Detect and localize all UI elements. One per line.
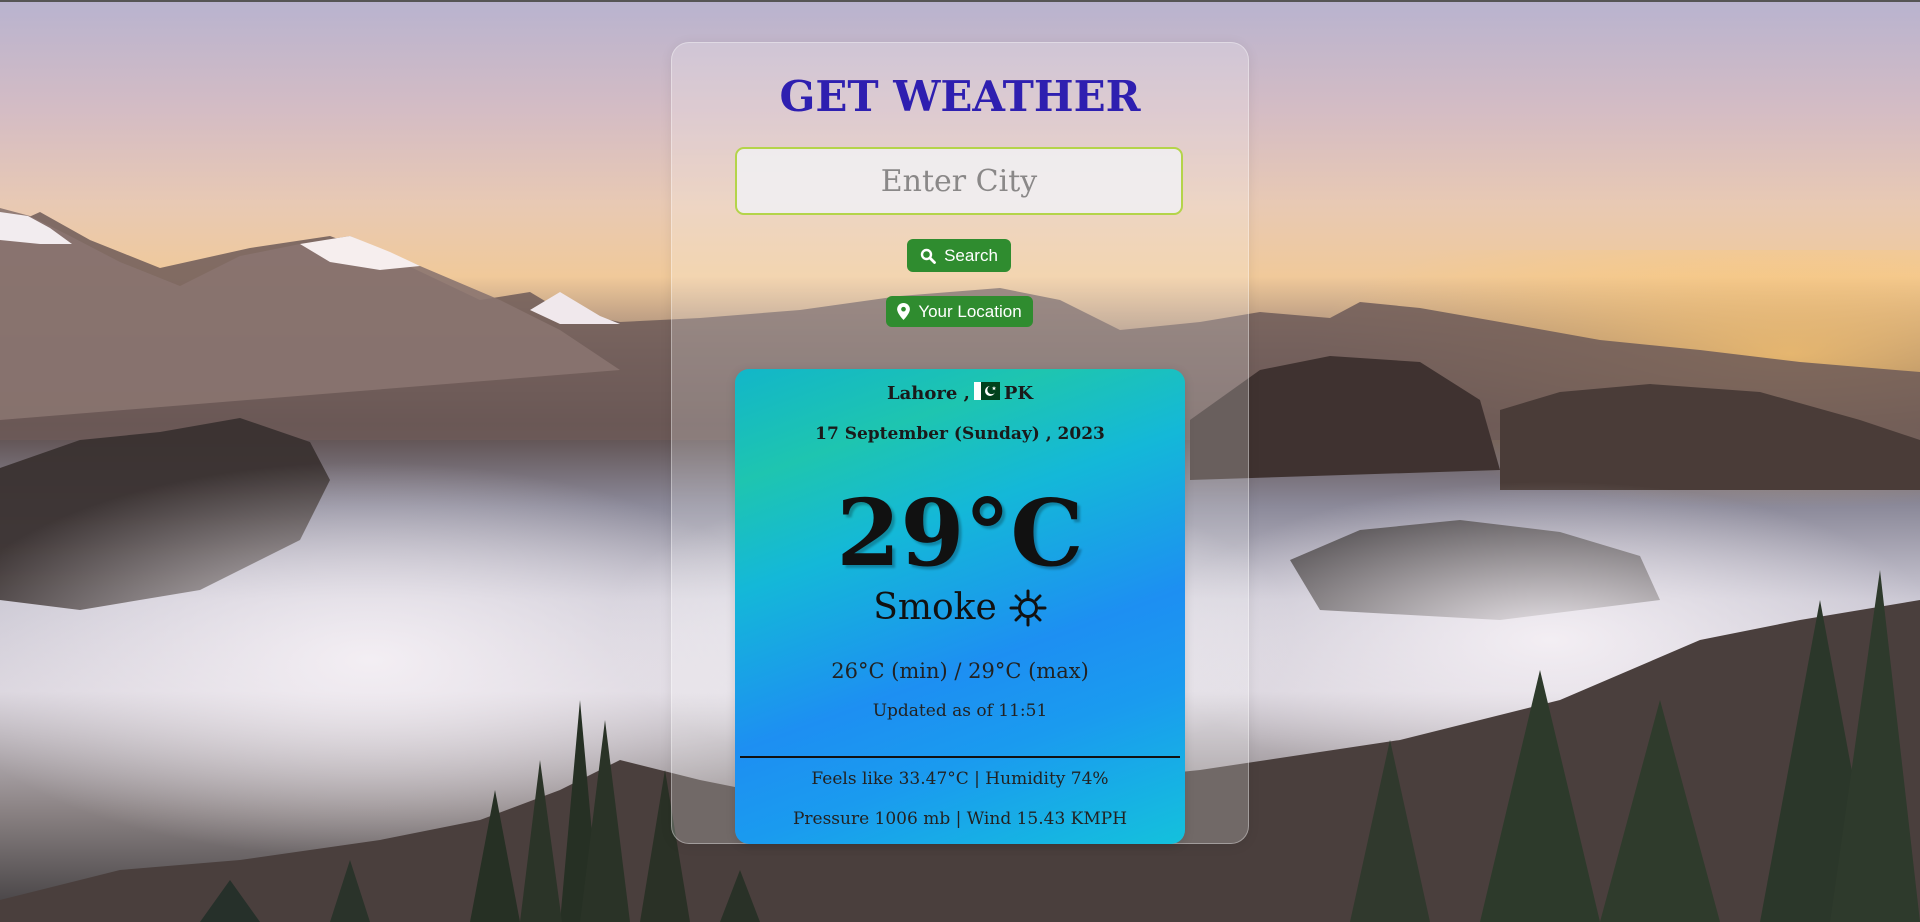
app-title: GET WEATHER bbox=[779, 72, 1141, 121]
country-code: PK bbox=[1003, 383, 1034, 404]
map-pin-icon bbox=[897, 303, 911, 320]
search-icon bbox=[920, 248, 936, 264]
city-name: Lahore , bbox=[886, 383, 970, 404]
location-line: Lahore , PK bbox=[735, 381, 1185, 404]
city-input[interactable] bbox=[735, 147, 1183, 215]
updated-time: Updated as of 11:51 bbox=[872, 701, 1048, 721]
search-button[interactable]: Search bbox=[907, 239, 1011, 272]
card-divider bbox=[740, 756, 1180, 758]
feels-like-humidity: Feels like 33.47°C | Humidity 74% bbox=[811, 769, 1109, 789]
your-location-label: Your Location bbox=[918, 301, 1022, 321]
pressure-wind: Pressure 1006 mb | Wind 15.43 KMPH bbox=[792, 809, 1128, 829]
temperature-value: 29°C bbox=[836, 479, 1084, 587]
condition-line: Smoke bbox=[735, 587, 1185, 628]
weather-card: Lahore , PK 17 September (Sunday) , 2023… bbox=[735, 369, 1185, 844]
pakistan-flag-icon bbox=[973, 381, 1000, 400]
your-location-button[interactable]: Your Location bbox=[886, 296, 1033, 327]
min-max-temperature: 26°C (min) / 29°C (max) bbox=[831, 659, 1089, 683]
date-label: 17 September (Sunday) , 2023 bbox=[815, 424, 1105, 444]
sun-icon bbox=[1009, 589, 1047, 626]
condition-label: Smoke bbox=[873, 587, 997, 628]
search-button-label: Search bbox=[944, 245, 998, 265]
